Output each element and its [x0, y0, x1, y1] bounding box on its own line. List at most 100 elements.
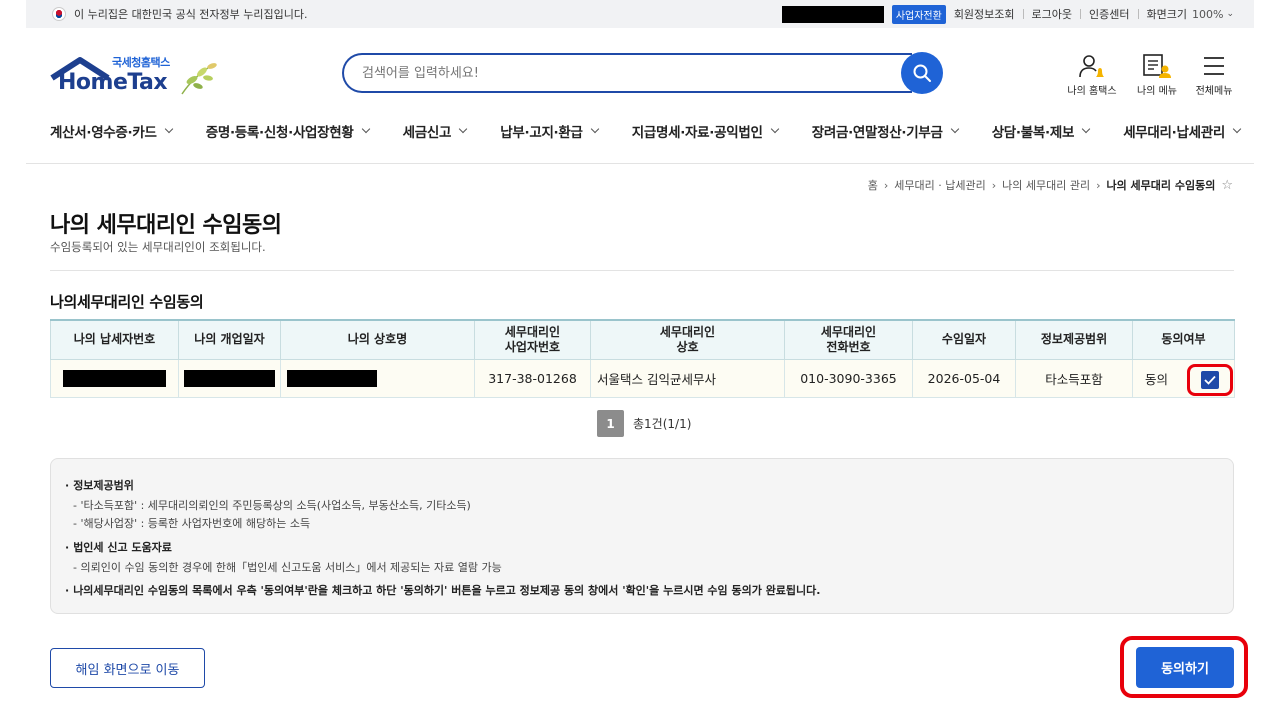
chevron-down-icon: [590, 124, 599, 134]
header-line: 상호: [676, 339, 699, 354]
gov-notice: 이 누리집은 대한민국 공식 전자정부 누리집입니다.: [74, 8, 308, 21]
chevron-down-icon: [361, 124, 370, 134]
pagination: 1 총1건(1/1): [597, 410, 691, 437]
table-header-row: 나의 납세자번호 나의 개업일자 나의 상호명 세무대리인 사업자번호 세무대리인…: [50, 319, 1235, 360]
section-title: 나의세무대리인 수임동의: [50, 293, 204, 311]
logo-title: HomeTax: [58, 70, 168, 95]
gov-bar: 이 누리집은 대한민국 공식 전자정부 누리집입니다. 사업자전환 회원정보조회…: [26, 0, 1254, 28]
breadcrumb-current: 나의 세무대리 수임동의: [1106, 179, 1216, 192]
nav-label: 세금신고: [402, 125, 452, 141]
chevron-down-icon: [1232, 124, 1242, 134]
agree-button[interactable]: 동의하기: [1136, 647, 1234, 688]
cert-center-link[interactable]: 인증센터: [1089, 6, 1129, 22]
search-icon: [913, 64, 931, 82]
redacted-open-date: [184, 369, 275, 387]
all-menu-label: 전체메뉴: [1195, 86, 1233, 97]
consent-label: 동의: [1145, 371, 1169, 387]
search-box: [342, 53, 912, 93]
document-user-icon: [1143, 54, 1171, 78]
breadcrumb: 홈 › 세무대리 · 납세관리 › 나의 세무대리 관리 › 나의 세무대리 수…: [868, 177, 1233, 193]
cell-biz-name: [280, 358, 475, 398]
agent-consent-table: 나의 납세자번호 나의 개업일자 나의 상호명 세무대리인 사업자번호 세무대리인…: [50, 319, 1235, 398]
star-icon[interactable]: ☆: [1221, 178, 1233, 193]
cell-tin: [50, 358, 179, 398]
breadcrumb-agent[interactable]: 세무대리 · 납세관리: [894, 177, 985, 193]
my-menu-button[interactable]: 나의 메뉴: [1127, 52, 1187, 97]
plant-icon: [181, 63, 217, 95]
info-heading: 법인세 신고 도움자료: [65, 539, 172, 555]
chevron-down-icon: ⌄: [1226, 9, 1234, 19]
header-line: 세무대리인: [820, 324, 877, 339]
redacted-user-name: [781, 5, 884, 23]
col-header-tin: 나의 납세자번호: [50, 319, 179, 360]
breadcrumb-home[interactable]: 홈: [868, 177, 878, 193]
checkmark-icon: [1204, 375, 1216, 385]
nav-item-payment[interactable]: 납부·고지·환급: [500, 120, 599, 142]
nav-item-certificate[interactable]: 증명·등록·신청·사업장현황: [206, 120, 370, 142]
korea-flag-icon: [52, 7, 66, 21]
redacted-biz-name: [287, 369, 377, 387]
my-hometax-button[interactable]: 나의 홈택스: [1062, 52, 1122, 97]
col-header-consent: 동의여부: [1132, 319, 1235, 360]
chevron-right-icon: ›: [991, 178, 997, 192]
cell-date: 2026-05-04: [912, 358, 1016, 398]
divider: [1080, 9, 1082, 19]
search-button[interactable]: [901, 52, 943, 94]
main-nav: 계산서·영수증·카드 증명·등록·신청·사업장현황 세금신고 납부·고지·환급 …: [50, 120, 1242, 142]
biz-switch-button[interactable]: 사업자전환: [891, 4, 946, 24]
consent-checkbox[interactable]: [1201, 370, 1219, 389]
all-menu-button[interactable]: 전체메뉴: [1184, 52, 1244, 97]
info-line: - 의뢰인이 수임 동의한 경우에 한해「법인세 신고도움 서비스」에서 제공되…: [73, 561, 502, 574]
nav-label: 계산서·영수증·카드: [50, 125, 157, 141]
chevron-down-icon: [770, 124, 779, 134]
total-count: 총1건(1/1): [633, 417, 692, 431]
cell-agent-brn: 317-38-01268: [474, 358, 591, 398]
member-info-link[interactable]: 회원정보조회: [954, 6, 1015, 22]
nav-item-statement[interactable]: 지급명세·자료·공익법인: [632, 120, 779, 142]
divider: [26, 163, 1254, 164]
chevron-down-icon: [458, 124, 468, 134]
logo-subtitle: 국세청홈택스: [112, 56, 170, 69]
nav-item-consult[interactable]: 상담·불복·제보: [991, 120, 1091, 142]
page-number-button[interactable]: 1: [597, 410, 624, 437]
hamburger-menu-icon: [1204, 57, 1224, 75]
search-input[interactable]: [362, 65, 912, 81]
info-heading: 나의세무대리인 수임동의 목록에서 우측 '동의여부'란을 체크하고 하단 '동…: [65, 582, 820, 598]
page-description: 수임등록되어 있는 세무대리인이 조회됩니다.: [50, 240, 266, 254]
col-header-date: 수임일자: [912, 319, 1016, 360]
chevron-down-icon: [950, 124, 959, 134]
nav-item-agent[interactable]: 세무대리·납세관리: [1123, 120, 1242, 142]
col-header-agent-tel: 세무대리인 전화번호: [784, 319, 913, 360]
nav-label: 상담·불복·제보: [991, 125, 1075, 141]
screen-size-label: 화면크기: [1146, 8, 1187, 21]
divider: [50, 270, 1234, 271]
col-header-biz-name: 나의 상호명: [280, 319, 475, 360]
col-header-agent-name: 세무대리인 상호: [590, 319, 785, 360]
chevron-right-icon: ›: [883, 178, 889, 192]
cell-open-date: [178, 358, 281, 398]
header-line: 세무대리인: [659, 324, 716, 339]
nav-item-incentive[interactable]: 장려금·연말정산·기부금: [811, 120, 959, 142]
info-line: - '해당사업장' : 등록한 사업자번호에 해당하는 소득: [73, 517, 311, 530]
logout-link[interactable]: 로그아웃: [1032, 6, 1072, 22]
nav-label: 장려금·연말정산·기부금: [811, 125, 943, 141]
col-header-scope: 정보제공범위: [1015, 319, 1133, 360]
info-line: - '타소득포함' : 세무대리의뢰인의 주민등록상의 소득(사업소득, 부동산…: [73, 499, 471, 512]
dismiss-screen-button[interactable]: 해임 화면으로 이동: [50, 648, 205, 688]
my-menu-label: 나의 메뉴: [1137, 86, 1177, 97]
zoom-select[interactable]: 100%: [1192, 8, 1223, 21]
hometax-logo[interactable]: 국세청홈택스 HomeTax: [50, 52, 230, 100]
redacted-tin: [63, 369, 166, 387]
breadcrumb-my-agent[interactable]: 나의 세무대리 관리: [1002, 177, 1090, 193]
nav-item-tax-report[interactable]: 세금신고: [402, 120, 468, 142]
table-row: 317-38-01268 서울택스 김익균세무사 010-3090-3365 2…: [50, 358, 1235, 398]
cell-agent-name: 서울택스 김익균세무사: [590, 358, 785, 398]
header-line: 세무대리인: [504, 324, 561, 339]
col-header-open-date: 나의 개업일자: [178, 319, 281, 360]
nav-label: 납부·고지·환급: [500, 125, 583, 141]
page-title: 나의 세무대리인 수임동의: [50, 213, 282, 238]
divider: [1137, 9, 1139, 19]
my-hometax-label: 나의 홈택스: [1067, 86, 1117, 97]
user-bell-icon: [1079, 55, 1104, 78]
nav-item-invoice[interactable]: 계산서·영수증·카드: [50, 120, 173, 142]
